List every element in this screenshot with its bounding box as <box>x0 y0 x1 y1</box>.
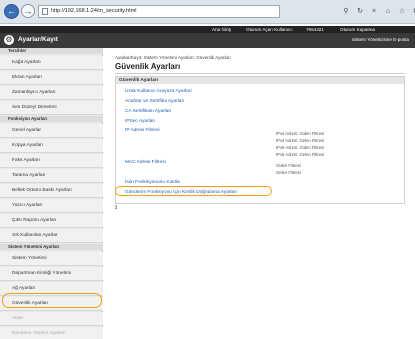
logout-link[interactable]: Oturum Kapatma <box>340 26 375 33</box>
sidebar-item-paper[interactable]: Kağıt Ayarları <box>0 56 103 70</box>
sidebar-item-network[interactable]: Ağ Ayarları <box>0 282 103 296</box>
sidebar-item-department-id[interactable]: Departman Kimliği Yönetimi <box>0 267 103 281</box>
sidebar-item-security[interactable]: Güvenlik Ayarları <box>0 297 103 311</box>
remote-ui-settings-link[interactable]: Uzak Kullanıcı Arayüzü Ayarları <box>125 89 192 94</box>
ipv6-inbound-filter: IPv6 Adresi: Gelen Filtresi <box>276 152 325 157</box>
email-admin-link[interactable]: Sistem Yöneticisine E-posta <box>352 37 409 42</box>
sidebar-item-volume[interactable]: Ses Düzeyi Denetimi <box>0 101 103 115</box>
arrow-right-icon: → <box>23 6 33 16</box>
home-icon[interactable]: ⌂ <box>382 5 394 18</box>
ipv4-inbound-filter: IPv4 Adresi: Gelen Filtresi <box>276 138 325 143</box>
home-link[interactable]: Ana Giriş <box>212 26 231 33</box>
mac-inbound-filter: Gelen Filtresi <box>276 170 301 175</box>
sidebar-item-export[interactable]: Aktar <box>0 312 103 326</box>
page-icon <box>42 8 48 15</box>
sidebar: Tercihler Kağıt Ayarları Ekran Ayarları … <box>0 48 103 339</box>
ip-address-filter-link[interactable]: IP Adresi Filtresi <box>125 128 160 133</box>
send-function-authentication-link[interactable]: Gönderim Fonksiyonu İçin Kimlik Doğrulam… <box>125 190 237 195</box>
sidebar-item-system-management[interactable]: Sistem Yönetimi <box>0 252 103 266</box>
sidebar-item-output-report[interactable]: Çıktı Raporu Ayarları <box>0 214 103 228</box>
sidebar-item-display[interactable]: Ekran Ayarları <box>0 71 103 85</box>
divider <box>115 73 405 74</box>
star-icon[interactable]: ☆ <box>396 5 408 18</box>
browser-toolbar: ← → http://192.168.1.24/m_security.html … <box>0 0 415 24</box>
page-header-title: Ayarlar/Kayıt <box>18 36 58 43</box>
refresh-icon[interactable]: ↻ <box>354 5 366 18</box>
browser-icons: ⚲ ↻ × ⌂ ☆ ⚙ <box>340 5 415 18</box>
ipv4-outbound-filter: IPv4 Adresi: Giden Filtresi <box>276 131 325 136</box>
logged-in-user: 7654321 <box>306 27 324 32</box>
sidebar-item-favorites[interactable]: Sık Kullanılan Ayarlar <box>0 229 103 243</box>
sidebar-item-fax[interactable]: Faks Ayarları <box>0 154 103 168</box>
ipsec-settings-link[interactable]: IPSec Ayarları <box>125 119 155 124</box>
restrict-name-function-link[interactable]: İsim Fonksiyonunu Kısıtla <box>125 180 180 185</box>
sidebar-section-function: Fonksiyon Ayarları <box>0 116 103 122</box>
mac-address-filter-link[interactable]: MAC Adresi Filtresi <box>125 160 166 165</box>
address-bar[interactable]: http://192.168.1.24/m_security.html <box>38 5 280 18</box>
sidebar-section-preferences: Tercihler <box>0 48 103 54</box>
app-topbar: Ana Giriş Oturum Açan Kullanıcı: 7654321… <box>0 26 415 33</box>
sidebar-item-scan[interactable]: Tarama Ayarları <box>0 169 103 183</box>
sidebar-item-firmware[interactable]: Donanım Yazılım Ayarları <box>0 327 103 339</box>
mac-outbound-filter: Giden Filtresi <box>276 163 301 168</box>
key-certificate-settings-link[interactable]: Anahtar ve Sertifika Ayarları <box>125 99 184 104</box>
panel-title: Güvenlik Ayarları <box>116 77 404 84</box>
search-icon[interactable]: ⚲ <box>340 5 352 18</box>
address-text: http://192.168.1.24/m_security.html <box>51 8 137 14</box>
back-button[interactable]: ← <box>4 4 19 19</box>
ipv6-outbound-filter: IPv6 Adresi: Giden Filtresi <box>276 145 325 150</box>
app-header: ⚙ Ayarlar/Kayıt Sistem Yöneticisine E-po… <box>0 33 415 48</box>
gear-icon[interactable]: ⚙ <box>410 5 415 18</box>
arrow-left-icon: ← <box>7 6 16 16</box>
sidebar-item-memory-print[interactable]: Bellek Ortamı Baskı Ayarları <box>0 184 103 198</box>
back-to-top-icon[interactable]: ↥ <box>114 205 118 211</box>
settings-logo-icon: ⚙ <box>4 35 14 45</box>
logged-in-label: Oturum Açan Kullanıcı: <box>246 27 293 32</box>
sidebar-section-system: Sistem Yönetimi Ayarları <box>0 244 103 250</box>
sidebar-item-general[interactable]: Genel Ayarlar <box>0 124 103 138</box>
sidebar-item-timer[interactable]: Zamanlayıcı Ayarları <box>0 86 103 100</box>
sidebar-item-copy[interactable]: Kopya Ayarları <box>0 139 103 153</box>
page-title: Güvenlik Ayarları <box>115 62 181 71</box>
security-settings-panel: Güvenlik Ayarları Uzak Kullanıcı Arayüzü… <box>115 76 405 204</box>
close-icon[interactable]: × <box>368 5 380 18</box>
ca-certificate-settings-link[interactable]: CA Sertifikası Ayarları <box>125 109 171 114</box>
sidebar-item-printer[interactable]: Yazıcı Ayarları <box>0 199 103 213</box>
forward-button[interactable]: → <box>21 4 35 18</box>
breadcrumb: Ayarlar/Kayıt: Sistem Yönetimi Ayarları:… <box>115 55 231 60</box>
